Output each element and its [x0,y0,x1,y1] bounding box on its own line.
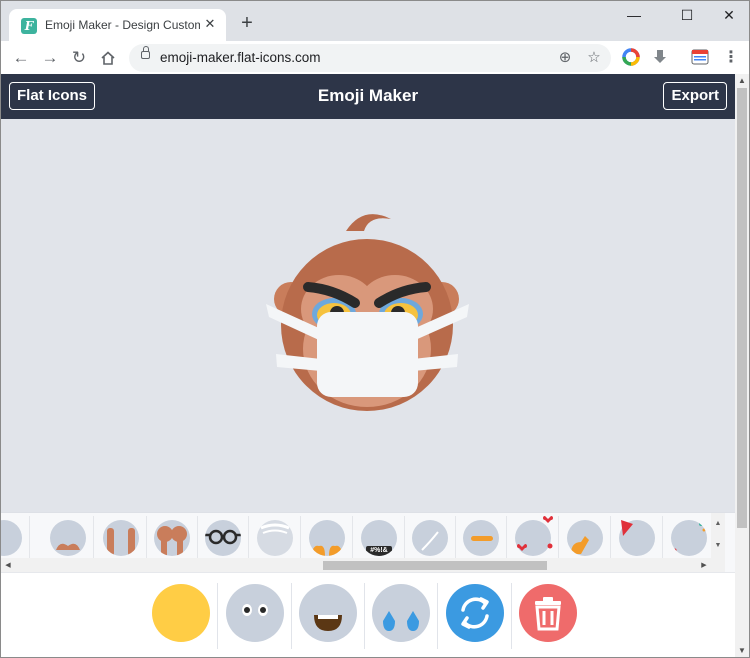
category-bar [1,572,735,657]
confetti-icon [673,522,706,552]
menu-icon[interactable]: ⋮ [719,46,743,70]
lock-icon [141,46,150,59]
tab-strip: F Emoji Maker - Design Custom E ✕ + — ☐ … [1,1,749,41]
home-icon[interactable] [96,46,120,70]
hands-cheeks-icon [311,545,343,556]
eyes-category-button[interactable] [225,583,285,643]
page-scrollbar[interactable]: ▲ ▼ [735,74,749,657]
extension-flag-icon[interactable] [690,48,710,66]
part-option[interactable] [456,516,507,558]
parts-track: #%!& [1,513,711,558]
parts-scroll-left-icon[interactable]: ◀ [1,558,15,573]
part-option[interactable] [302,516,353,558]
new-tab-button[interactable]: + [237,13,257,33]
face-mask [317,312,418,397]
app-title: Emoji Maker [317,86,419,105]
part-option[interactable] [250,516,301,558]
scroll-down-arrow-icon[interactable]: ▼ [735,644,749,657]
randomize-button[interactable] [445,583,505,643]
extras-category-button[interactable] [371,583,431,643]
part-option[interactable]: #%!& [354,516,405,558]
back-icon[interactable]: ← [9,46,33,70]
url-text: emoji-maker.flat-icons.com [160,50,321,65]
app-header: Emoji Maker Flat Icons Export [1,74,735,119]
browser-toolbar: ← → ↻ emoji-maker.flat-icons.com ⊕ ☆ ⋮ [1,41,749,75]
swear-label: #%!& [366,546,392,556]
parts-horizontal-scrollbar[interactable]: ◀ ▶ [1,558,725,573]
part-option[interactable] [508,516,559,558]
hearts-icon [517,516,553,551]
address-bar[interactable]: emoji-maker.flat-icons.com ⊕ ☆ [129,44,611,72]
tab-close-icon[interactable]: ✕ [202,16,218,32]
parts-scroll-right-icon[interactable]: ▶ [697,558,711,573]
browser-window: F Emoji Maker - Design Custom E ✕ + — ☐ … [0,0,750,658]
mouth-line-icon [471,536,493,541]
browser-tab[interactable]: F Emoji Maker - Design Custom E ✕ [9,9,226,41]
export-button[interactable]: Export [663,82,727,110]
part-option[interactable] [147,516,198,558]
part-option[interactable] [612,516,663,558]
monkey-hair-tuft [346,214,391,231]
emoji-preview [266,214,469,411]
parts-scroll-down-icon[interactable]: ▼ [711,539,725,553]
bandage-icon [260,523,290,534]
part-option[interactable] [96,516,147,558]
part-option[interactable] [43,516,94,558]
favicon-icon: F [21,18,37,34]
part-option[interactable] [664,516,711,558]
maximize-button[interactable]: ☐ [664,1,710,31]
part-option[interactable] [405,516,456,558]
close-window-button[interactable]: ✕ [706,1,749,31]
emoji-canvas [1,119,735,512]
part-option[interactable] [1,516,30,558]
parts-scroll-up-icon[interactable]: ▲ [711,517,725,531]
minimize-button[interactable]: — [611,1,657,31]
skin-color-button[interactable] [151,583,211,643]
extension-color-icon[interactable] [622,48,640,66]
party-hat-icon [621,520,633,536]
part-option[interactable] [198,516,249,558]
hands-raised-icon [107,528,135,556]
reload-icon[interactable]: ↻ [67,46,91,70]
scroll-up-arrow-icon[interactable]: ▲ [735,74,749,88]
parts-vertical-scrollbar[interactable]: ▲ ▼ [711,513,725,558]
part-option[interactable] [560,516,611,558]
parts-scrollbar-thumb[interactable] [323,561,547,570]
tab-title: Emoji Maker - Design Custom E [45,18,200,32]
hand-wave-icon [571,536,589,554]
mouth-category-button[interactable] [298,583,358,643]
hands-thumbs-icon [56,543,80,550]
forward-icon[interactable]: → [38,46,62,70]
download-icon[interactable] [651,48,669,66]
bookmark-star-icon[interactable]: ☆ [584,48,604,68]
page-scrollbar-thumb[interactable] [737,88,747,528]
hands-cover-eyes-icon [157,526,187,556]
parts-picker: #%!& ▲ ▼ ◀ ▶ [1,512,735,573]
tear-streak-icon [421,531,439,551]
glasses-icon [205,529,241,545]
delete-button[interactable] [518,583,578,643]
zoom-icon[interactable]: ⊕ [555,48,575,68]
flat-icons-button[interactable]: Flat Icons [9,82,96,110]
